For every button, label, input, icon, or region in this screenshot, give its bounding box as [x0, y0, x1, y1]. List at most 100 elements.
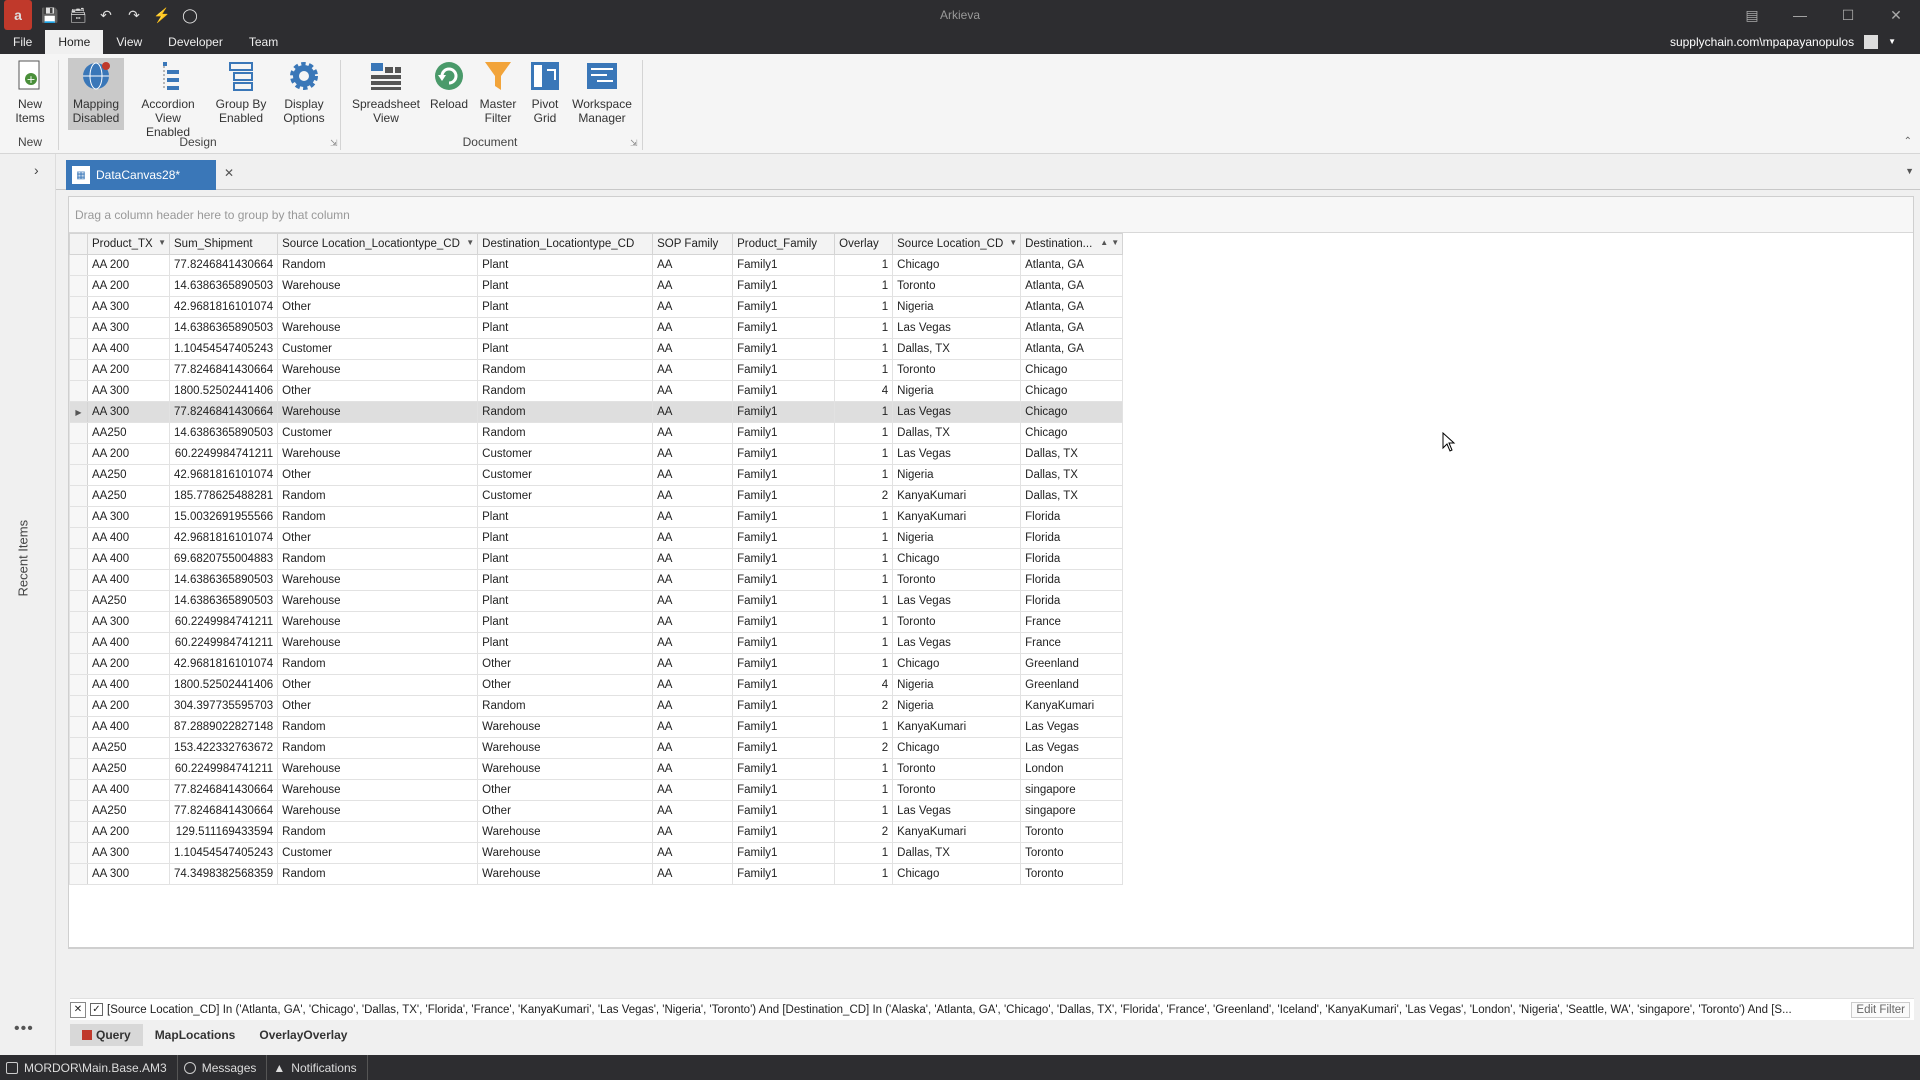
table-cell[interactable]: AA 400 [87, 527, 170, 549]
table-cell[interactable]: AA [652, 527, 734, 549]
table-cell[interactable]: 1 [834, 527, 894, 549]
table-cell[interactable]: Atlanta, GA [1020, 296, 1124, 318]
table-cell[interactable]: KanyaKumari [892, 716, 1022, 738]
table-cell[interactable]: Family1 [732, 695, 836, 717]
table-cell[interactable]: AA [652, 296, 734, 318]
table-row[interactable]: AA250 185.778625488281 Random Customer AA Fam… [69, 485, 1124, 507]
filter-icon[interactable]: ▼ [1111, 238, 1119, 247]
table-row[interactable]: AA 400 14.6386365890503 Warehouse Plant AA Fa… [69, 569, 1124, 591]
table-cell[interactable]: Customer [477, 485, 654, 507]
table-cell[interactable]: Atlanta, GA [1020, 338, 1124, 360]
table-cell[interactable]: Other [277, 296, 479, 318]
table-cell[interactable]: AA [652, 800, 734, 822]
table-cell[interactable]: Toronto [1020, 863, 1124, 885]
column-header[interactable]: Source Location_Locationtype_CD ▼ [277, 233, 479, 255]
maximize-button[interactable]: ☐ [1824, 0, 1872, 30]
table-cell[interactable]: Greenland [1020, 674, 1124, 696]
table-cell[interactable]: Random [277, 821, 479, 843]
tab-query[interactable]: Query [70, 1024, 143, 1046]
table-row[interactable]: AA 400 42.9681816101074 Other Plant AA Family… [69, 527, 1124, 549]
table-cell[interactable]: Family1 [732, 569, 836, 591]
table-cell[interactable]: Other [277, 695, 479, 717]
table-cell[interactable]: 14.6386365890503 [168, 590, 279, 612]
master-filter-button[interactable]: Master Filter [476, 58, 520, 125]
table-cell[interactable]: Family1 [732, 527, 836, 549]
table-cell[interactable]: AA [652, 275, 734, 297]
table-cell[interactable]: Family1 [732, 338, 836, 360]
row-indicator[interactable] [69, 695, 88, 717]
table-cell[interactable]: 1 [834, 338, 894, 360]
table-cell[interactable]: KanyaKumari [892, 821, 1022, 843]
table-cell[interactable]: AA 400 [87, 338, 170, 360]
row-indicator[interactable] [69, 380, 88, 402]
table-cell[interactable]: Las Vegas [892, 800, 1022, 822]
row-indicator[interactable] [69, 338, 88, 360]
table-cell[interactable]: Las Vegas [892, 632, 1022, 654]
table-cell[interactable]: Random [477, 380, 654, 402]
row-indicator[interactable] [69, 590, 88, 612]
table-cell[interactable]: AA 200 [87, 653, 170, 675]
table-cell[interactable]: Chicago [1020, 422, 1124, 444]
table-cell[interactable]: Family1 [732, 758, 836, 780]
table-cell[interactable]: AA 200 [87, 443, 170, 465]
table-cell[interactable]: Random [477, 422, 654, 444]
table-cell[interactable]: Chicago [1020, 380, 1124, 402]
table-cell[interactable]: Chicago [892, 653, 1022, 675]
table-cell[interactable]: Warehouse [277, 800, 479, 822]
table-cell[interactable]: Florida [1020, 527, 1124, 549]
table-cell[interactable]: AA 400 [87, 548, 170, 570]
table-cell[interactable]: Warehouse [277, 443, 479, 465]
close-tab-icon[interactable]: ✕ [224, 166, 234, 180]
table-cell[interactable]: AA 400 [87, 716, 170, 738]
table-cell[interactable]: Family1 [732, 359, 836, 381]
table-cell[interactable]: Family1 [732, 863, 836, 885]
table-cell[interactable]: AA 300 [87, 380, 170, 402]
group-panel[interactable]: Drag a column header here to group by th… [69, 197, 1913, 233]
table-cell[interactable]: AA 300 [87, 401, 170, 423]
table-cell[interactable]: 1 [834, 590, 894, 612]
table-cell[interactable]: 129.511169433594 [168, 821, 279, 843]
table-cell[interactable]: AA [652, 632, 734, 654]
table-row[interactable]: AA 300 1.10454547405243 Customer Warehouse A… [69, 842, 1124, 864]
redo-icon[interactable]: ↷ [120, 0, 148, 30]
table-row[interactable]: AA250 14.6386365890503 Warehouse Plant AA Fam… [69, 590, 1124, 612]
row-indicator[interactable] [69, 506, 88, 528]
tab-file[interactable]: File [0, 30, 45, 54]
table-cell[interactable]: Warehouse [477, 758, 654, 780]
table-cell[interactable]: 1 [834, 254, 894, 276]
row-indicator[interactable] [69, 758, 88, 780]
table-cell[interactable]: 60.2249984741211 [168, 443, 279, 465]
database-status[interactable]: MORDOR\Main.Base.AM3 [0, 1055, 178, 1080]
table-cell[interactable]: AA [652, 821, 734, 843]
table-cell[interactable]: AA [652, 380, 734, 402]
table-row[interactable]: AA 400 1.10454547405243 Customer Plant AA Fam… [69, 338, 1124, 360]
table-cell[interactable]: AA [652, 674, 734, 696]
table-cell[interactable]: Chicago [1020, 401, 1124, 423]
table-cell[interactable]: Warehouse [477, 863, 654, 885]
table-cell[interactable]: Plant [477, 632, 654, 654]
table-cell[interactable]: Random [477, 695, 654, 717]
table-cell[interactable]: AA [652, 317, 734, 339]
table-cell[interactable]: Customer [477, 464, 654, 486]
table-cell[interactable]: Las Vegas [892, 317, 1022, 339]
table-row[interactable]: AA250 60.2249984741211 Warehouse Warehouse A… [69, 758, 1124, 780]
design-launcher-icon[interactable]: ⇲ [330, 138, 340, 148]
table-cell[interactable]: 69.6820755004883 [168, 548, 279, 570]
table-cell[interactable]: Customer [477, 443, 654, 465]
chevron-right-icon[interactable]: › [34, 162, 39, 178]
table-cell[interactable]: AA [652, 422, 734, 444]
table-cell[interactable]: Random [477, 401, 654, 423]
table-cell[interactable]: Family1 [732, 590, 836, 612]
undo-icon[interactable]: ↶ [92, 0, 120, 30]
table-cell[interactable]: Family1 [732, 422, 836, 444]
table-cell[interactable]: Random [277, 716, 479, 738]
table-cell[interactable]: singapore [1020, 800, 1124, 822]
table-cell[interactable]: Family1 [732, 842, 836, 864]
table-cell[interactable]: Chicago [892, 863, 1022, 885]
table-cell[interactable]: AA [652, 863, 734, 885]
table-cell[interactable]: Toronto [1020, 842, 1124, 864]
table-cell[interactable]: Chicago [1020, 359, 1124, 381]
table-cell[interactable]: Random [277, 653, 479, 675]
table-cell[interactable]: AA [652, 590, 734, 612]
table-cell[interactable]: Family1 [732, 737, 836, 759]
